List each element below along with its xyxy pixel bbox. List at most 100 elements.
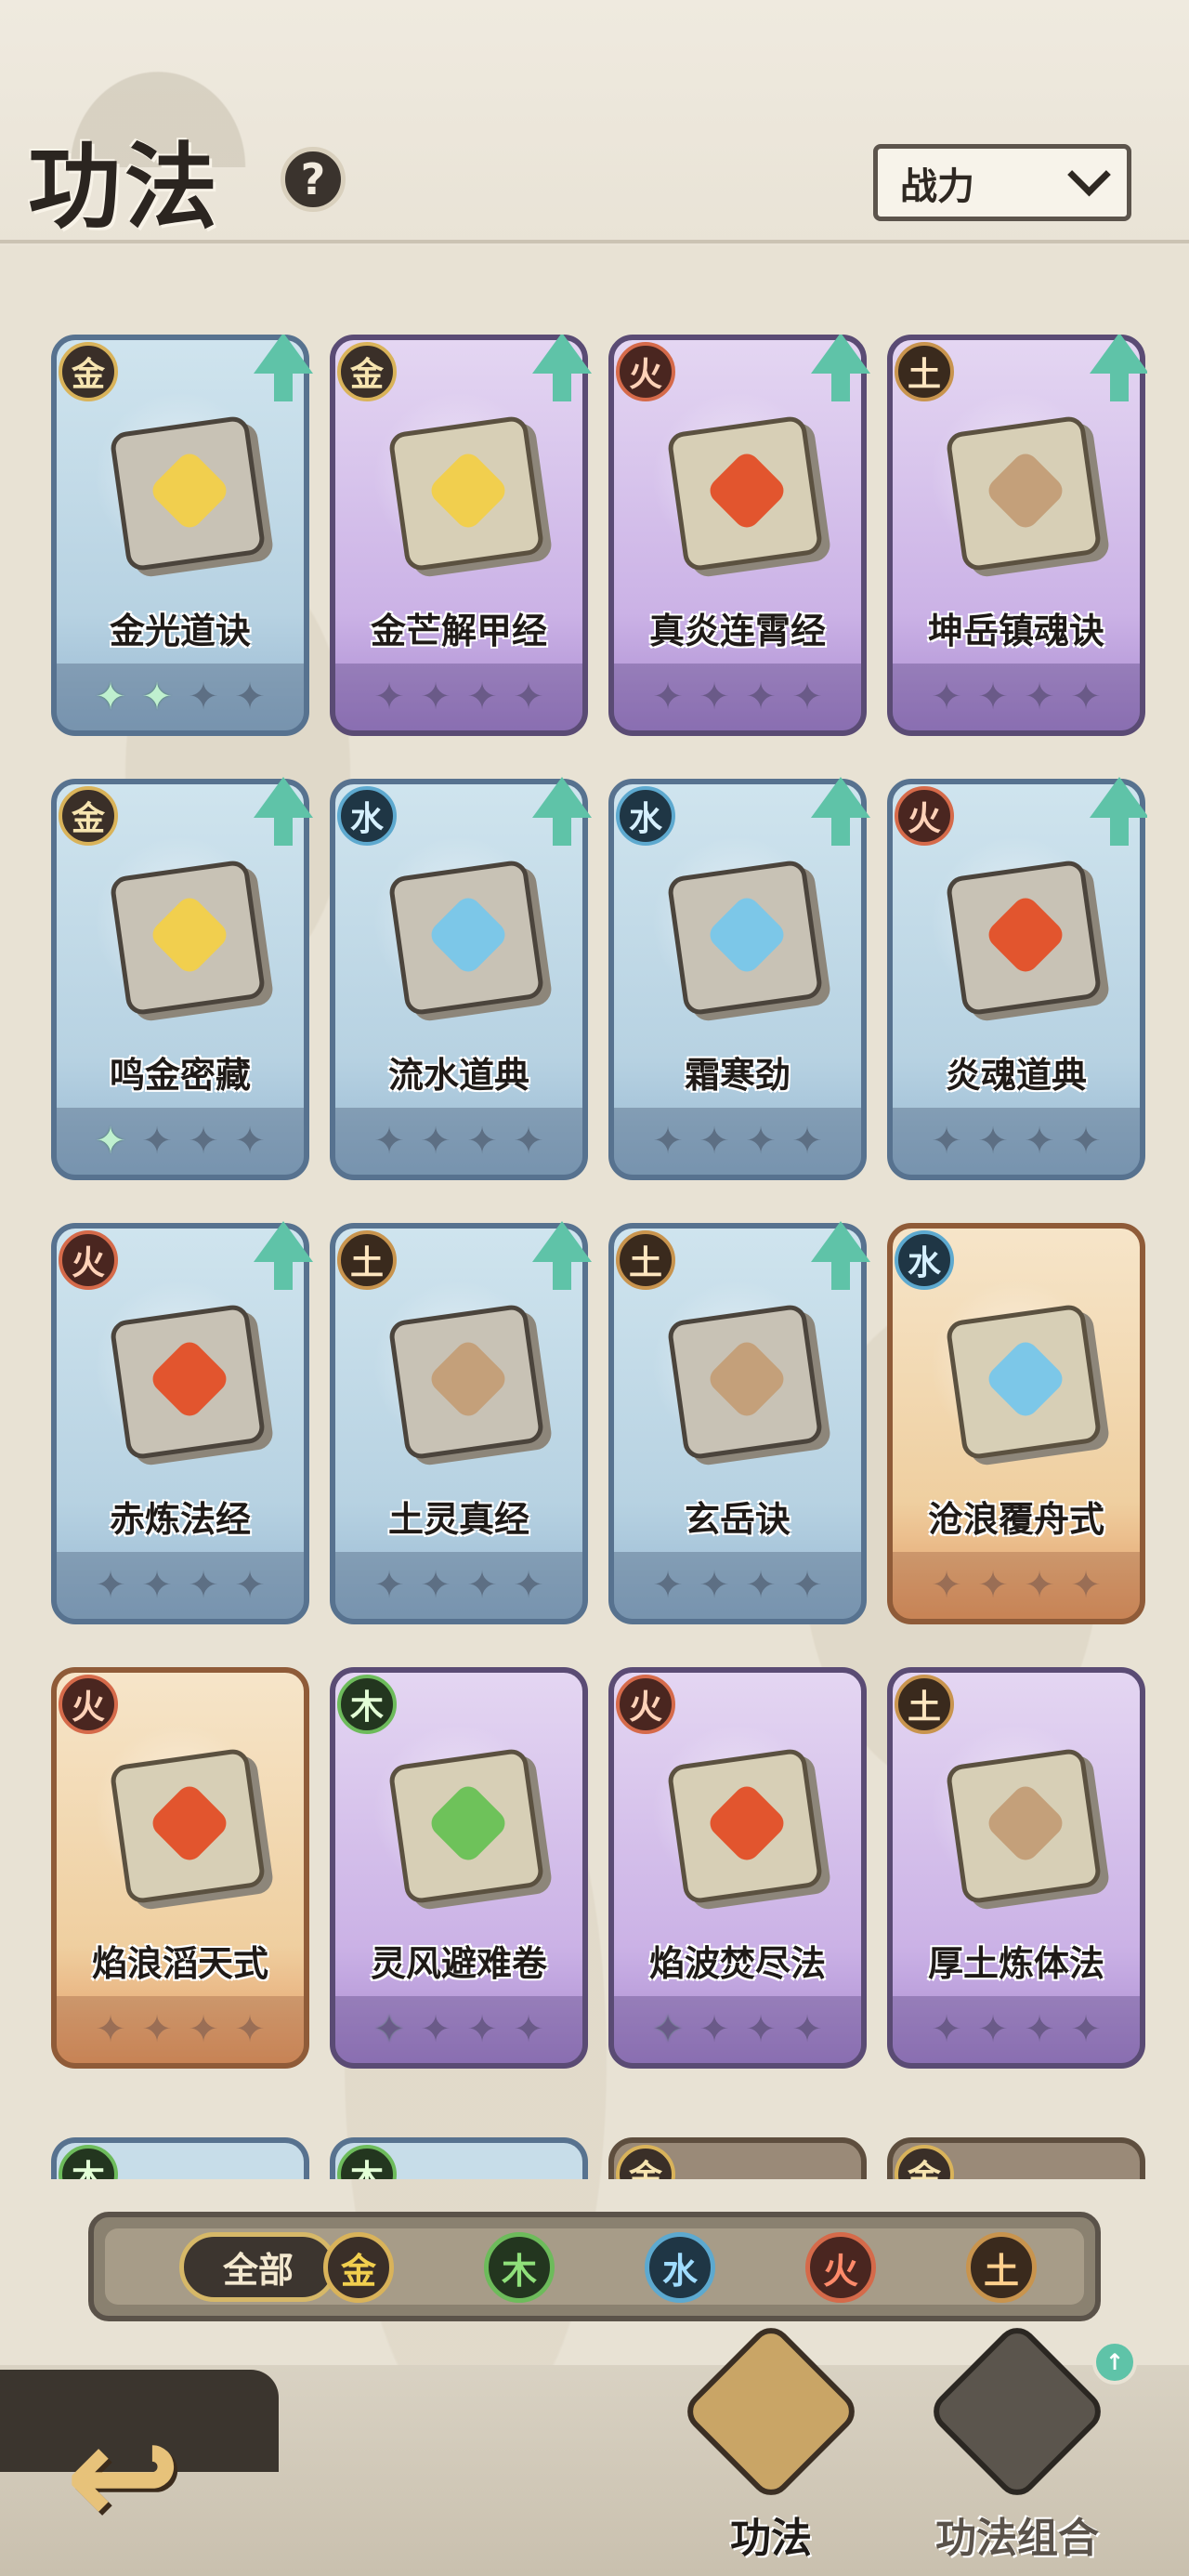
technique-card[interactable]: 土玄岳诀 ✦ ✦ ✦ ✦ (608, 1221, 870, 1624)
star-empty-icon: ✦ (652, 676, 684, 718)
star-empty-icon: ✦ (188, 2008, 219, 2051)
star-empty-icon: ✦ (931, 676, 962, 718)
up-arrow-icon: ↑ (1092, 2340, 1137, 2385)
upgrade-arrow-icon (811, 335, 870, 401)
star-empty-icon: ✦ (1024, 1564, 1055, 1607)
technique-card[interactable]: 木灵风避难卷 ✦ ✦ ✦ ✦ (330, 1667, 588, 2069)
star-empty-icon: ✦ (420, 2008, 451, 2051)
element-badge: 木 (59, 2145, 118, 2179)
star-rating: ✦ ✦ ✦ ✦ (57, 1552, 304, 1619)
star-empty-icon: ✦ (420, 1120, 451, 1163)
element-badge: 金 (895, 2145, 954, 2179)
technique-card[interactable]: 金鸣金密藏 ✦ ✦ ✦ ✦ (51, 777, 313, 1180)
page-title: 功法 (28, 132, 221, 242)
star-rating: ✦ ✦ ✦ ✦ (614, 664, 861, 730)
element-badge: 水 (337, 786, 397, 846)
element-badge: 火 (616, 342, 675, 401)
filter-wood-button[interactable]: 木 (484, 2232, 555, 2303)
technique-card[interactable]: 土土灵真经 ✦ ✦ ✦ ✦ (330, 1221, 592, 1624)
technique-card[interactable]: 土厚土炼体法 ✦ ✦ ✦ ✦ (887, 1667, 1145, 2069)
star-empty-icon: ✦ (1070, 1120, 1102, 1163)
star-rating: ✦ ✦ ✦ ✦ (335, 1108, 582, 1175)
star-empty-icon: ✦ (234, 676, 266, 718)
technique-card[interactable]: 金金光道诀 ✦ ✦ ✦ ✦ (51, 335, 313, 736)
technique-card-partial[interactable]: 金 (887, 2137, 1145, 2179)
star-lit-icon: ✦ (373, 2008, 405, 2051)
star-empty-icon: ✦ (513, 1564, 544, 1607)
element-badge: 金 (59, 342, 118, 401)
technique-card-partial[interactable]: 木 (51, 2137, 309, 2179)
star-empty-icon: ✦ (1070, 2008, 1102, 2051)
filter-earth-button[interactable]: 土 (966, 2232, 1037, 2303)
star-rating: ✦ ✦ ✦ ✦ (335, 1996, 582, 2063)
card-name: 鸣金密藏 (109, 1055, 251, 1096)
element-badge: 金 (616, 2145, 675, 2179)
star-lit-icon: ✦ (95, 1120, 126, 1163)
upgrade-arrow-icon (532, 777, 592, 846)
star-empty-icon: ✦ (188, 1564, 219, 1607)
element-badge: 火 (616, 1675, 675, 1734)
star-empty-icon: ✦ (234, 2008, 266, 2051)
scroll-book-icon (679, 2320, 863, 2504)
upgrade-arrow-icon (1090, 335, 1147, 401)
star-empty-icon: ✦ (141, 1564, 173, 1607)
tab-technique-combination[interactable]: 功法组合 (915, 2320, 1119, 2576)
element-badge: 金 (59, 786, 118, 846)
star-empty-icon: ✦ (188, 1120, 219, 1163)
combination-scroll-icon (925, 2320, 1109, 2504)
chevron-down-icon (1067, 152, 1111, 197)
star-empty-icon: ✦ (931, 2008, 962, 2051)
card-name: 霜寒劲 (684, 1055, 790, 1096)
back-button[interactable]: ↩ (0, 2370, 288, 2576)
help-icon[interactable]: ? (281, 147, 346, 212)
star-empty-icon: ✦ (420, 676, 451, 718)
sort-dropdown[interactable]: 战力 (873, 144, 1131, 221)
back-arrow-icon: ↩ (65, 2396, 182, 2557)
technique-card[interactable]: 火焰浪滔天式 ✦ ✦ ✦ ✦ (51, 1667, 309, 2069)
star-empty-icon: ✦ (373, 1120, 405, 1163)
star-empty-icon: ✦ (513, 676, 544, 718)
technique-card[interactable]: 金金芒解甲经 ✦ ✦ ✦ ✦ (330, 335, 592, 736)
star-empty-icon: ✦ (931, 1120, 962, 1163)
technique-card[interactable]: 火真炎连霄经 ✦ ✦ ✦ ✦ (608, 335, 870, 736)
star-empty-icon: ✦ (745, 2008, 777, 2051)
star-empty-icon: ✦ (466, 2008, 498, 2051)
technique-card[interactable]: 火炎魂道典 ✦ ✦ ✦ ✦ (887, 777, 1147, 1180)
card-name: 玄岳诀 (684, 1499, 790, 1540)
technique-card[interactable]: 水流水道典 ✦ ✦ ✦ ✦ (330, 777, 592, 1180)
technique-card[interactable]: 火赤炼法经 ✦ ✦ ✦ ✦ (51, 1221, 313, 1624)
card-name: 金光道诀 (109, 611, 251, 651)
element-badge: 水 (616, 786, 675, 846)
star-lit-icon: ✦ (95, 676, 126, 718)
element-badge: 土 (616, 1230, 675, 1290)
element-badge: 土 (895, 1675, 954, 1734)
tab-techniques[interactable]: 功法 (669, 2320, 873, 2576)
element-badge: 火 (895, 786, 954, 846)
technique-grid: 金金光道诀 ✦ ✦ ✦ ✦ 金金芒解甲经 ✦ ✦ ✦ ✦ 火真炎连霄经 ✦ ✦ ✦ ✦ 土坤岳镇魂诀 ✦ ✦ ✦ ✦ 金… (51, 335, 1147, 2179)
element-badge: 木 (337, 2145, 397, 2179)
star-empty-icon: ✦ (188, 676, 219, 718)
technique-card[interactable]: 土坤岳镇魂诀 ✦ ✦ ✦ ✦ (887, 335, 1147, 736)
card-name: 赤炼法经 (109, 1499, 251, 1540)
star-empty-icon: ✦ (373, 1564, 405, 1607)
star-empty-icon: ✦ (699, 1120, 730, 1163)
card-name: 土灵真经 (387, 1499, 529, 1540)
star-rating: ✦ ✦ ✦ ✦ (614, 1996, 861, 2063)
star-empty-icon: ✦ (977, 1120, 1009, 1163)
filter-metal-button[interactable]: 金 (323, 2232, 394, 2303)
star-rating: ✦ ✦ ✦ ✦ (57, 664, 304, 730)
sort-selected-label: 战力 (900, 164, 974, 208)
filter-all-button[interactable]: 全部 (179, 2232, 337, 2302)
technique-card[interactable]: 水沧浪覆舟式 ✦ ✦ ✦ ✦ (887, 1223, 1145, 1624)
filter-water-button[interactable]: 水 (645, 2232, 715, 2303)
upgrade-arrow-icon (254, 1221, 313, 1290)
technique-card[interactable]: 火焰波焚尽法 ✦ ✦ ✦ ✦ (608, 1667, 867, 2069)
technique-card-partial[interactable]: 金 (608, 2137, 867, 2179)
technique-card-partial[interactable]: 木 (330, 2137, 588, 2179)
technique-card[interactable]: 水霜寒劲 ✦ ✦ ✦ ✦ (608, 777, 870, 1180)
element-badge: 土 (337, 1230, 397, 1290)
card-name: 焰波焚尽法 (648, 1943, 826, 1984)
upgrade-arrow-icon (532, 1221, 592, 1290)
card-name: 炎魂道典 (945, 1055, 1087, 1096)
filter-fire-button[interactable]: 火 (805, 2232, 876, 2303)
